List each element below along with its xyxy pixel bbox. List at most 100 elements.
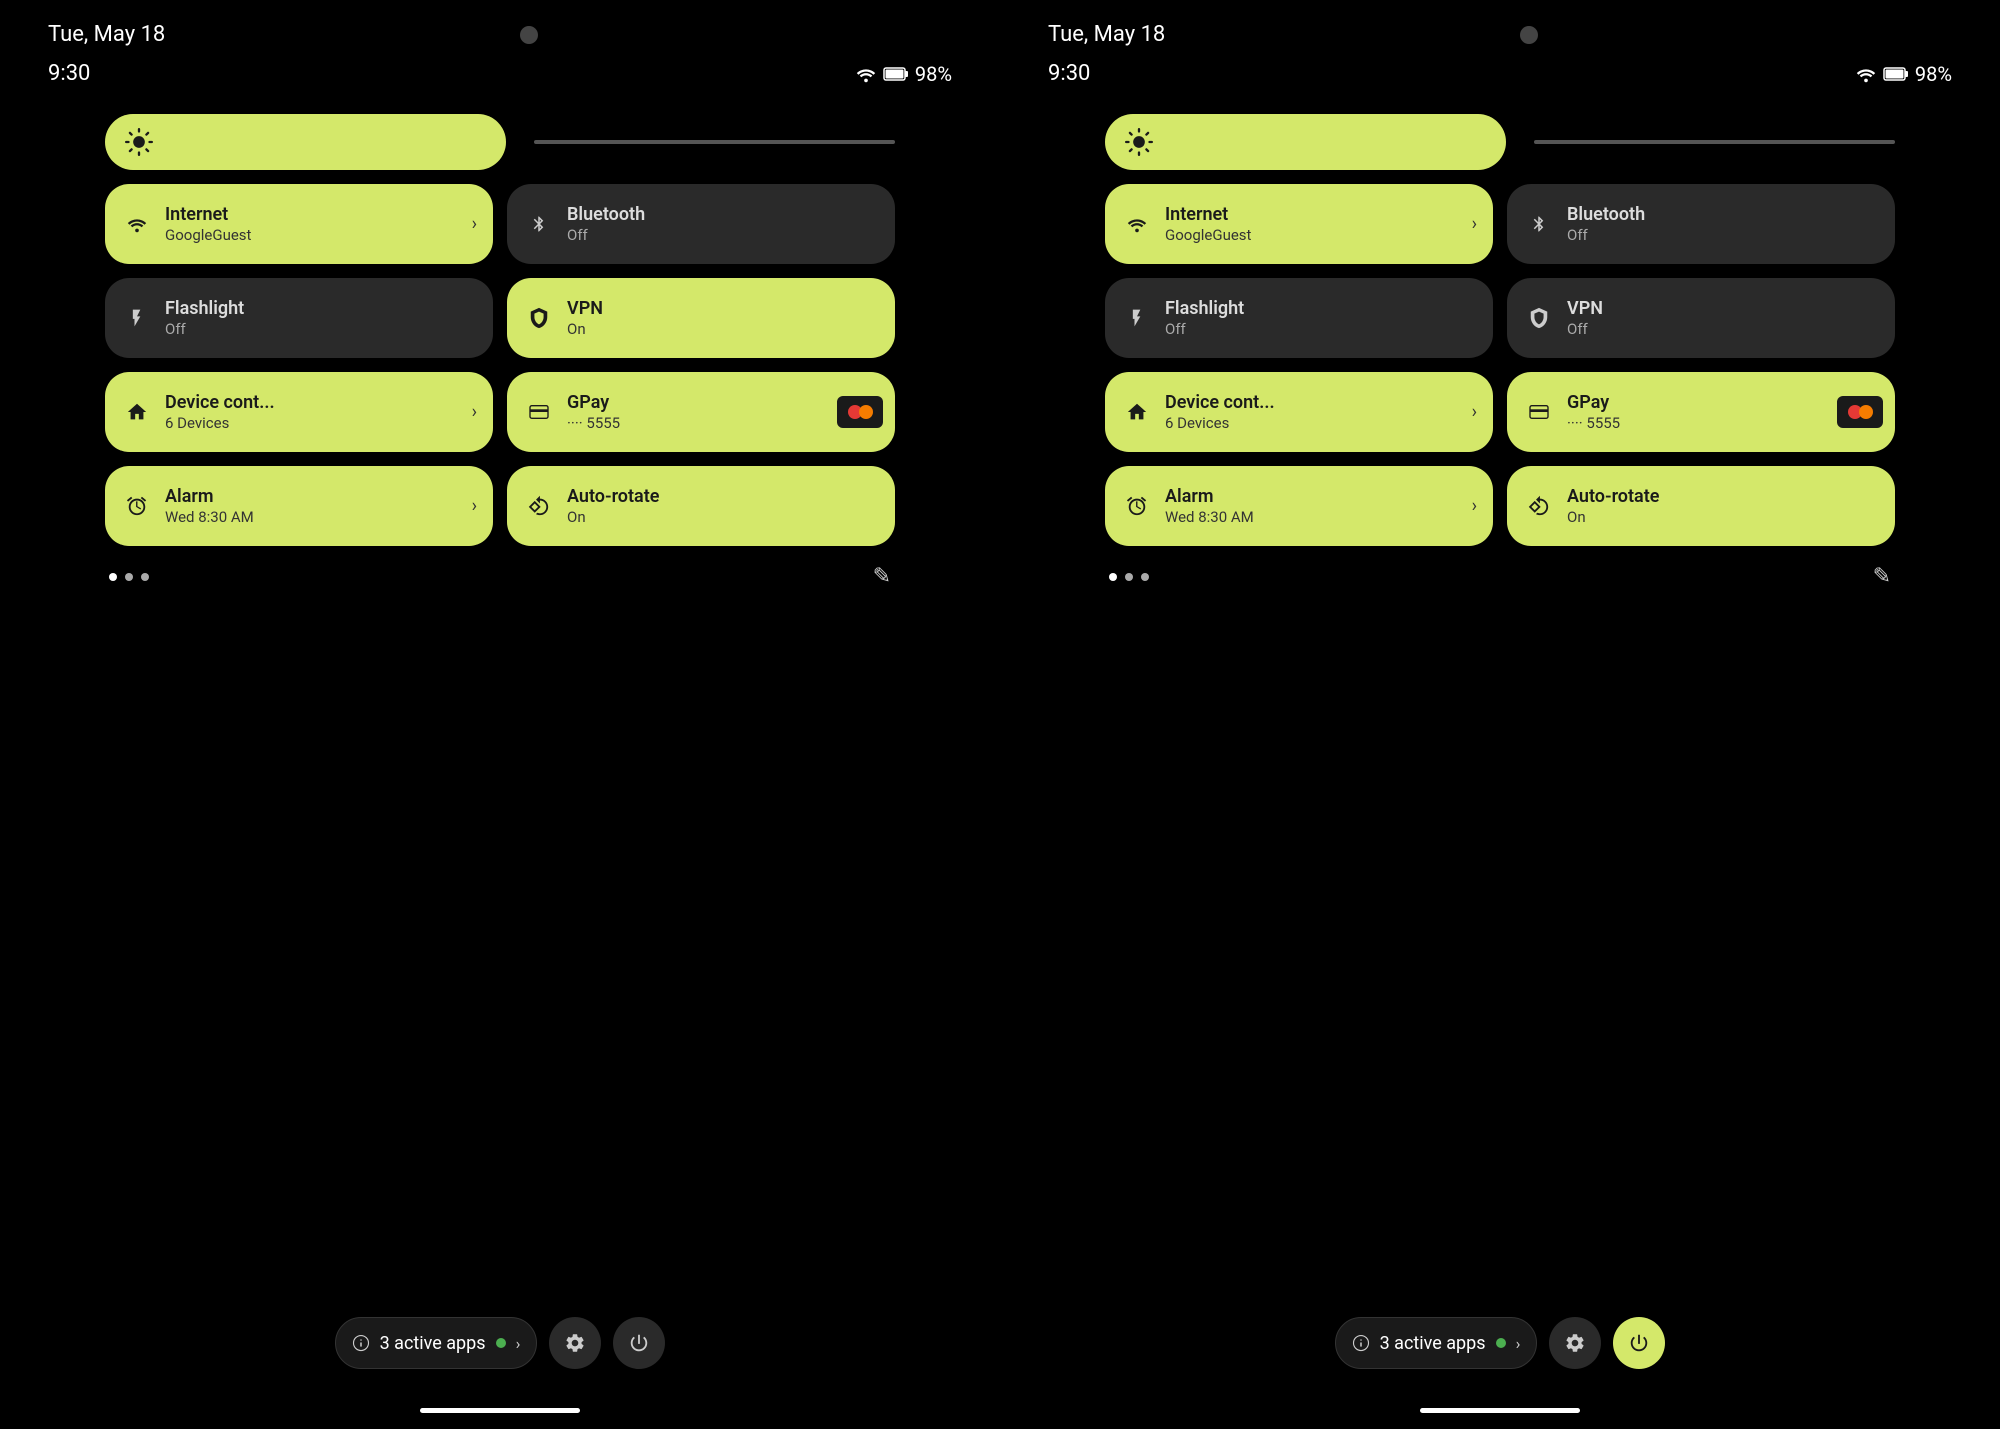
active-apps-text-1: 3 active apps	[380, 1333, 486, 1354]
tile-autorotate-1[interactable]: Auto-rotate On	[507, 466, 895, 546]
tile-bluetooth-text-1: Bluetooth Off	[567, 204, 645, 244]
tile-autorotate-2[interactable]: Auto-rotate On	[1507, 466, 1895, 546]
tile-device-title-2: Device cont...	[1165, 392, 1275, 414]
tile-internet-title-2: Internet	[1165, 204, 1251, 226]
phone-panel-1: Tue, May 18 9:30 98%	[0, 0, 1000, 1429]
tile-device-1[interactable]: Device cont... 6 Devices ›	[105, 372, 493, 452]
vpn-tile-icon-2	[1525, 307, 1553, 329]
tile-device-text-2: Device cont... 6 Devices	[1165, 392, 1275, 432]
alarm-tile-icon-1	[123, 495, 151, 517]
tile-bluetooth-subtitle-2: Off	[1567, 226, 1645, 244]
tile-flashlight-1[interactable]: Flashlight Off	[105, 278, 493, 358]
edit-icon-2[interactable]: ✎	[1873, 564, 1891, 589]
status-bar-1: Tue, May 18	[0, 0, 1000, 47]
tiles-grid-2: Internet GoogleGuest › Bluetooth Off	[1105, 184, 1895, 546]
phone-panel-2: Tue, May 18 9:30 98%	[1000, 0, 2000, 1429]
green-dot-1	[496, 1338, 506, 1348]
tile-internet-2[interactable]: Internet GoogleGuest ›	[1105, 184, 1493, 264]
time-2: 9:30	[1048, 61, 1090, 86]
tile-device-text-1: Device cont... 6 Devices	[165, 392, 275, 432]
tile-vpn-subtitle-2: Off	[1567, 320, 1603, 338]
tile-bluetooth-title-2: Bluetooth	[1567, 204, 1645, 226]
brightness-icon-2	[1125, 128, 1153, 156]
status-bar-2: Tue, May 18	[1000, 0, 2000, 47]
tile-flashlight-subtitle-1: Off	[165, 320, 244, 338]
wifi-tile-icon-1	[123, 215, 151, 233]
tile-autorotate-title-2: Auto-rotate	[1567, 486, 1659, 508]
power-icon-1	[628, 1332, 650, 1354]
settings-button-2[interactable]	[1549, 1317, 1601, 1369]
brightness-pill-2[interactable]	[1105, 114, 1506, 170]
tile-device-subtitle-1: 6 Devices	[165, 414, 275, 432]
device-tile-icon-2	[1123, 401, 1151, 423]
pill-chevron-2: ›	[1516, 1334, 1521, 1353]
dot-1-active	[109, 573, 117, 581]
tile-gpay-2[interactable]: GPay ···· 5555	[1507, 372, 1895, 452]
tiles-grid-1: Internet GoogleGuest › Bluetooth Off	[105, 184, 895, 546]
brightness-pill-1[interactable]	[105, 114, 506, 170]
info-icon-1	[352, 1334, 370, 1352]
chevron-internet-1: ›	[472, 214, 477, 235]
tile-flashlight-title-2: Flashlight	[1165, 298, 1244, 320]
tile-gpay-subtitle-2: ···· 5555	[1567, 414, 1620, 432]
tile-gpay-text-1: GPay ···· 5555	[567, 392, 620, 432]
tile-alarm-2[interactable]: Alarm Wed 8:30 AM ›	[1105, 466, 1493, 546]
tile-device-subtitle-2: 6 Devices	[1165, 414, 1275, 432]
tile-device-title-1: Device cont...	[165, 392, 275, 414]
page-dots-2	[1109, 573, 1149, 581]
brightness-row-1	[105, 114, 895, 170]
brightness-slider-1[interactable]	[534, 140, 895, 144]
time-row-2: 9:30 98%	[1000, 47, 2000, 86]
tile-vpn-1[interactable]: VPN On	[507, 278, 895, 358]
tile-gpay-title-2: GPay	[1567, 392, 1620, 414]
dot-1-active-2	[1109, 573, 1117, 581]
flashlight-tile-icon-2	[1123, 306, 1151, 330]
tile-flashlight-title-1: Flashlight	[165, 298, 244, 320]
brightness-icon-1	[125, 128, 153, 156]
bottom-bar-2: 3 active apps ›	[1335, 1317, 1666, 1369]
active-apps-pill-2[interactable]: 3 active apps ›	[1335, 1317, 1538, 1369]
gpay-card-visual-2	[1837, 396, 1883, 428]
tile-autorotate-text-2: Auto-rotate On	[1567, 486, 1659, 526]
edit-icon-1[interactable]: ✎	[873, 564, 891, 589]
active-apps-pill-1[interactable]: 3 active apps ›	[335, 1317, 538, 1369]
pagination-2: ✎	[1105, 564, 1895, 589]
chevron-alarm-1: ›	[472, 496, 477, 517]
gpay-tile-icon-2	[1525, 403, 1553, 421]
settings-icon-1	[564, 1332, 586, 1354]
dot-3	[141, 573, 149, 581]
tile-bluetooth-1[interactable]: Bluetooth Off	[507, 184, 895, 264]
battery-icon-1	[883, 66, 909, 82]
time-row-1: 9:30 98%	[0, 47, 1000, 86]
alarm-tile-icon-2	[1123, 495, 1151, 517]
status-icons-2: 98%	[1855, 62, 1952, 86]
tile-gpay-text-2: GPay ···· 5555	[1567, 392, 1620, 432]
qs-container-1: Internet GoogleGuest › Bluetooth Off	[105, 114, 895, 589]
gpay-dot-orange-2	[1859, 405, 1873, 419]
tile-bluetooth-2[interactable]: Bluetooth Off	[1507, 184, 1895, 264]
tile-alarm-subtitle-2: Wed 8:30 AM	[1165, 508, 1254, 526]
brightness-slider-2[interactable]	[1534, 140, 1895, 144]
settings-button-1[interactable]	[549, 1317, 601, 1369]
power-button-1[interactable]	[613, 1317, 665, 1369]
power-button-2[interactable]	[1613, 1317, 1665, 1369]
chevron-internet-2: ›	[1472, 214, 1477, 235]
tile-internet-subtitle-2: GoogleGuest	[1165, 226, 1251, 244]
battery-pct-2: 98%	[1915, 62, 1952, 86]
flashlight-tile-icon-1	[123, 306, 151, 330]
device-tile-icon-1	[123, 401, 151, 423]
tile-device-2[interactable]: Device cont... 6 Devices ›	[1105, 372, 1493, 452]
tile-internet-1[interactable]: Internet GoogleGuest ›	[105, 184, 493, 264]
green-dot-2	[1496, 1338, 1506, 1348]
bluetooth-tile-icon-2	[1525, 212, 1553, 236]
tile-gpay-1[interactable]: GPay ···· 5555	[507, 372, 895, 452]
tile-gpay-title-1: GPay	[567, 392, 620, 414]
battery-icon-2	[1883, 66, 1909, 82]
tile-flashlight-text-1: Flashlight Off	[165, 298, 244, 338]
tile-vpn-2[interactable]: VPN Off	[1507, 278, 1895, 358]
tile-alarm-1[interactable]: Alarm Wed 8:30 AM ›	[105, 466, 493, 546]
tile-flashlight-2[interactable]: Flashlight Off	[1105, 278, 1493, 358]
tile-flashlight-text-2: Flashlight Off	[1165, 298, 1244, 338]
date-1: Tue, May 18	[48, 22, 165, 47]
active-apps-text-2: 3 active apps	[1380, 1333, 1486, 1354]
